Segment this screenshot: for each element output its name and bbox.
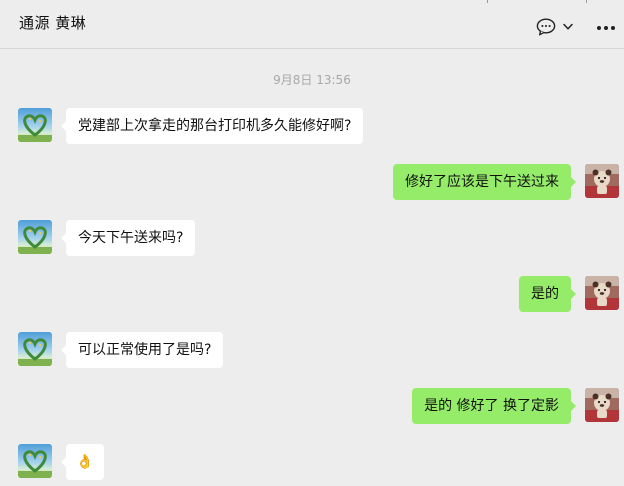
outgoing-message[interactable]: 是的 修好了 换了定影 [412, 388, 576, 424]
chevron-down-icon[interactable] [563, 23, 573, 31]
window-edge-mark [586, 0, 587, 3]
contact-avatar[interactable] [18, 220, 52, 254]
self-avatar[interactable] [585, 388, 619, 422]
heart-landscape-avatar-icon [18, 220, 52, 254]
incoming-message[interactable]: 今天下午送来吗? [60, 220, 196, 256]
header-actions [534, 15, 624, 39]
chat-header: 通源 黄琳 [0, 0, 624, 49]
incoming-message[interactable]: 可以正常使用了是吗? [60, 332, 224, 368]
incoming-message[interactable]: 党建部上次拿走的那台打印机多久能修好啊? [60, 108, 364, 144]
chat-title: 通源 黄琳 [19, 14, 87, 32]
window-edge-mark [487, 0, 488, 3]
heart-landscape-avatar-icon [18, 444, 52, 478]
outgoing-message[interactable]: 修好了应该是下午送过来 [393, 164, 576, 200]
message-timestamp: 9月8日 13:56 [273, 73, 351, 87]
outgoing-message[interactable]: 是的 [519, 276, 576, 312]
contact-avatar[interactable] [18, 444, 52, 478]
self-avatar[interactable] [585, 164, 619, 198]
teddy-bear-avatar-icon [585, 164, 619, 198]
chat-bubble-icon[interactable] [536, 18, 556, 36]
self-avatar[interactable] [585, 276, 619, 310]
contact-avatar[interactable] [18, 108, 52, 142]
heart-landscape-avatar-icon [18, 332, 52, 366]
incoming-emoji-message[interactable]: 👌 [61, 444, 104, 480]
teddy-bear-avatar-icon [585, 388, 619, 422]
heart-landscape-avatar-icon [18, 108, 52, 142]
contact-avatar[interactable] [18, 332, 52, 366]
more-horizontal-icon[interactable] [596, 25, 616, 31]
teddy-bear-avatar-icon [585, 276, 619, 310]
